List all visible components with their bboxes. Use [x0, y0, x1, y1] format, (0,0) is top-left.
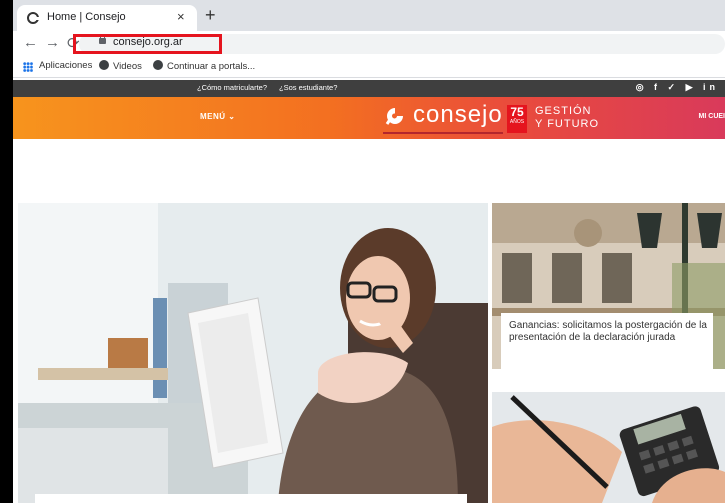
- tab-strip: Home | Consejo × +: [13, 0, 725, 31]
- close-tab-icon[interactable]: ×: [177, 9, 185, 24]
- new-tab-button[interactable]: +: [205, 5, 216, 26]
- consejo-logo-icon[interactable]: [383, 106, 407, 126]
- globe-icon: [153, 60, 163, 70]
- bookmarks-bar: Aplicaciones Videos Continuar a portals.…: [13, 57, 725, 78]
- back-arrow-icon[interactable]: ←: [23, 34, 38, 51]
- forward-arrow-icon[interactable]: →: [45, 34, 60, 51]
- hero-image[interactable]: [18, 203, 488, 503]
- bookmark-portals-label: Continuar a portals...: [167, 61, 256, 72]
- logo-text[interactable]: consejo: [413, 101, 503, 129]
- tagline-line1: GESTIÓN: [535, 105, 592, 117]
- bookmark-apps[interactable]: Aplicaciones: [39, 60, 92, 71]
- social-icons[interactable]: ◎ f ✓ ▶ in: [636, 82, 719, 93]
- consejo-favicon-icon: [27, 12, 39, 24]
- url-highlight-box: [73, 34, 222, 54]
- site-top-bar: ¿Cómo matricularte? ¿Sos estudiante? ◎ f…: [13, 80, 725, 97]
- badge-number: 75: [510, 105, 524, 119]
- globe-icon: [99, 60, 109, 70]
- news-card-image-2[interactable]: [492, 392, 725, 503]
- bookmark-videos-label: Videos: [113, 61, 142, 72]
- logo-underline: [383, 132, 503, 134]
- tagline-line2: Y FUTURO: [535, 118, 600, 130]
- menu-button[interactable]: MENÚ ⌄: [200, 112, 235, 121]
- anniversary-badge: 75 AÑOS: [507, 105, 527, 133]
- link-estudiante[interactable]: ¿Sos estudiante?: [279, 83, 337, 92]
- apps-grid-icon[interactable]: [23, 62, 33, 72]
- bookmark-portals[interactable]: Continuar a portals...: [153, 60, 255, 72]
- my-account-link[interactable]: MI CUEI: [699, 113, 725, 120]
- badge-sub: AÑOS: [509, 119, 525, 125]
- link-matricularte[interactable]: ¿Cómo matricularte?: [197, 83, 267, 92]
- tab-title: Home | Consejo: [47, 11, 126, 23]
- site-header: MENÚ ⌄ consejo 75 AÑOS GESTIÓN Y FUTURO …: [13, 97, 725, 139]
- gestion-futuro-tagline: GESTIÓN Y FUTURO: [535, 105, 599, 131]
- calculator-illustration: [492, 392, 725, 503]
- news-card-title-1[interactable]: Ganancias: solicitamos la postergación d…: [509, 320, 709, 344]
- news-card-caption-1[interactable]: Ganancias: solicitamos la postergación d…: [501, 313, 713, 373]
- tab-home-consejo[interactable]: Home | Consejo ×: [17, 5, 197, 31]
- hero-caption-box[interactable]: [35, 494, 467, 503]
- bookmark-videos[interactable]: Videos: [99, 60, 142, 72]
- browser-window: Home | Consejo × + ← → ⟳ consejo.org.ar …: [13, 0, 725, 503]
- hero-illustration: [18, 203, 488, 503]
